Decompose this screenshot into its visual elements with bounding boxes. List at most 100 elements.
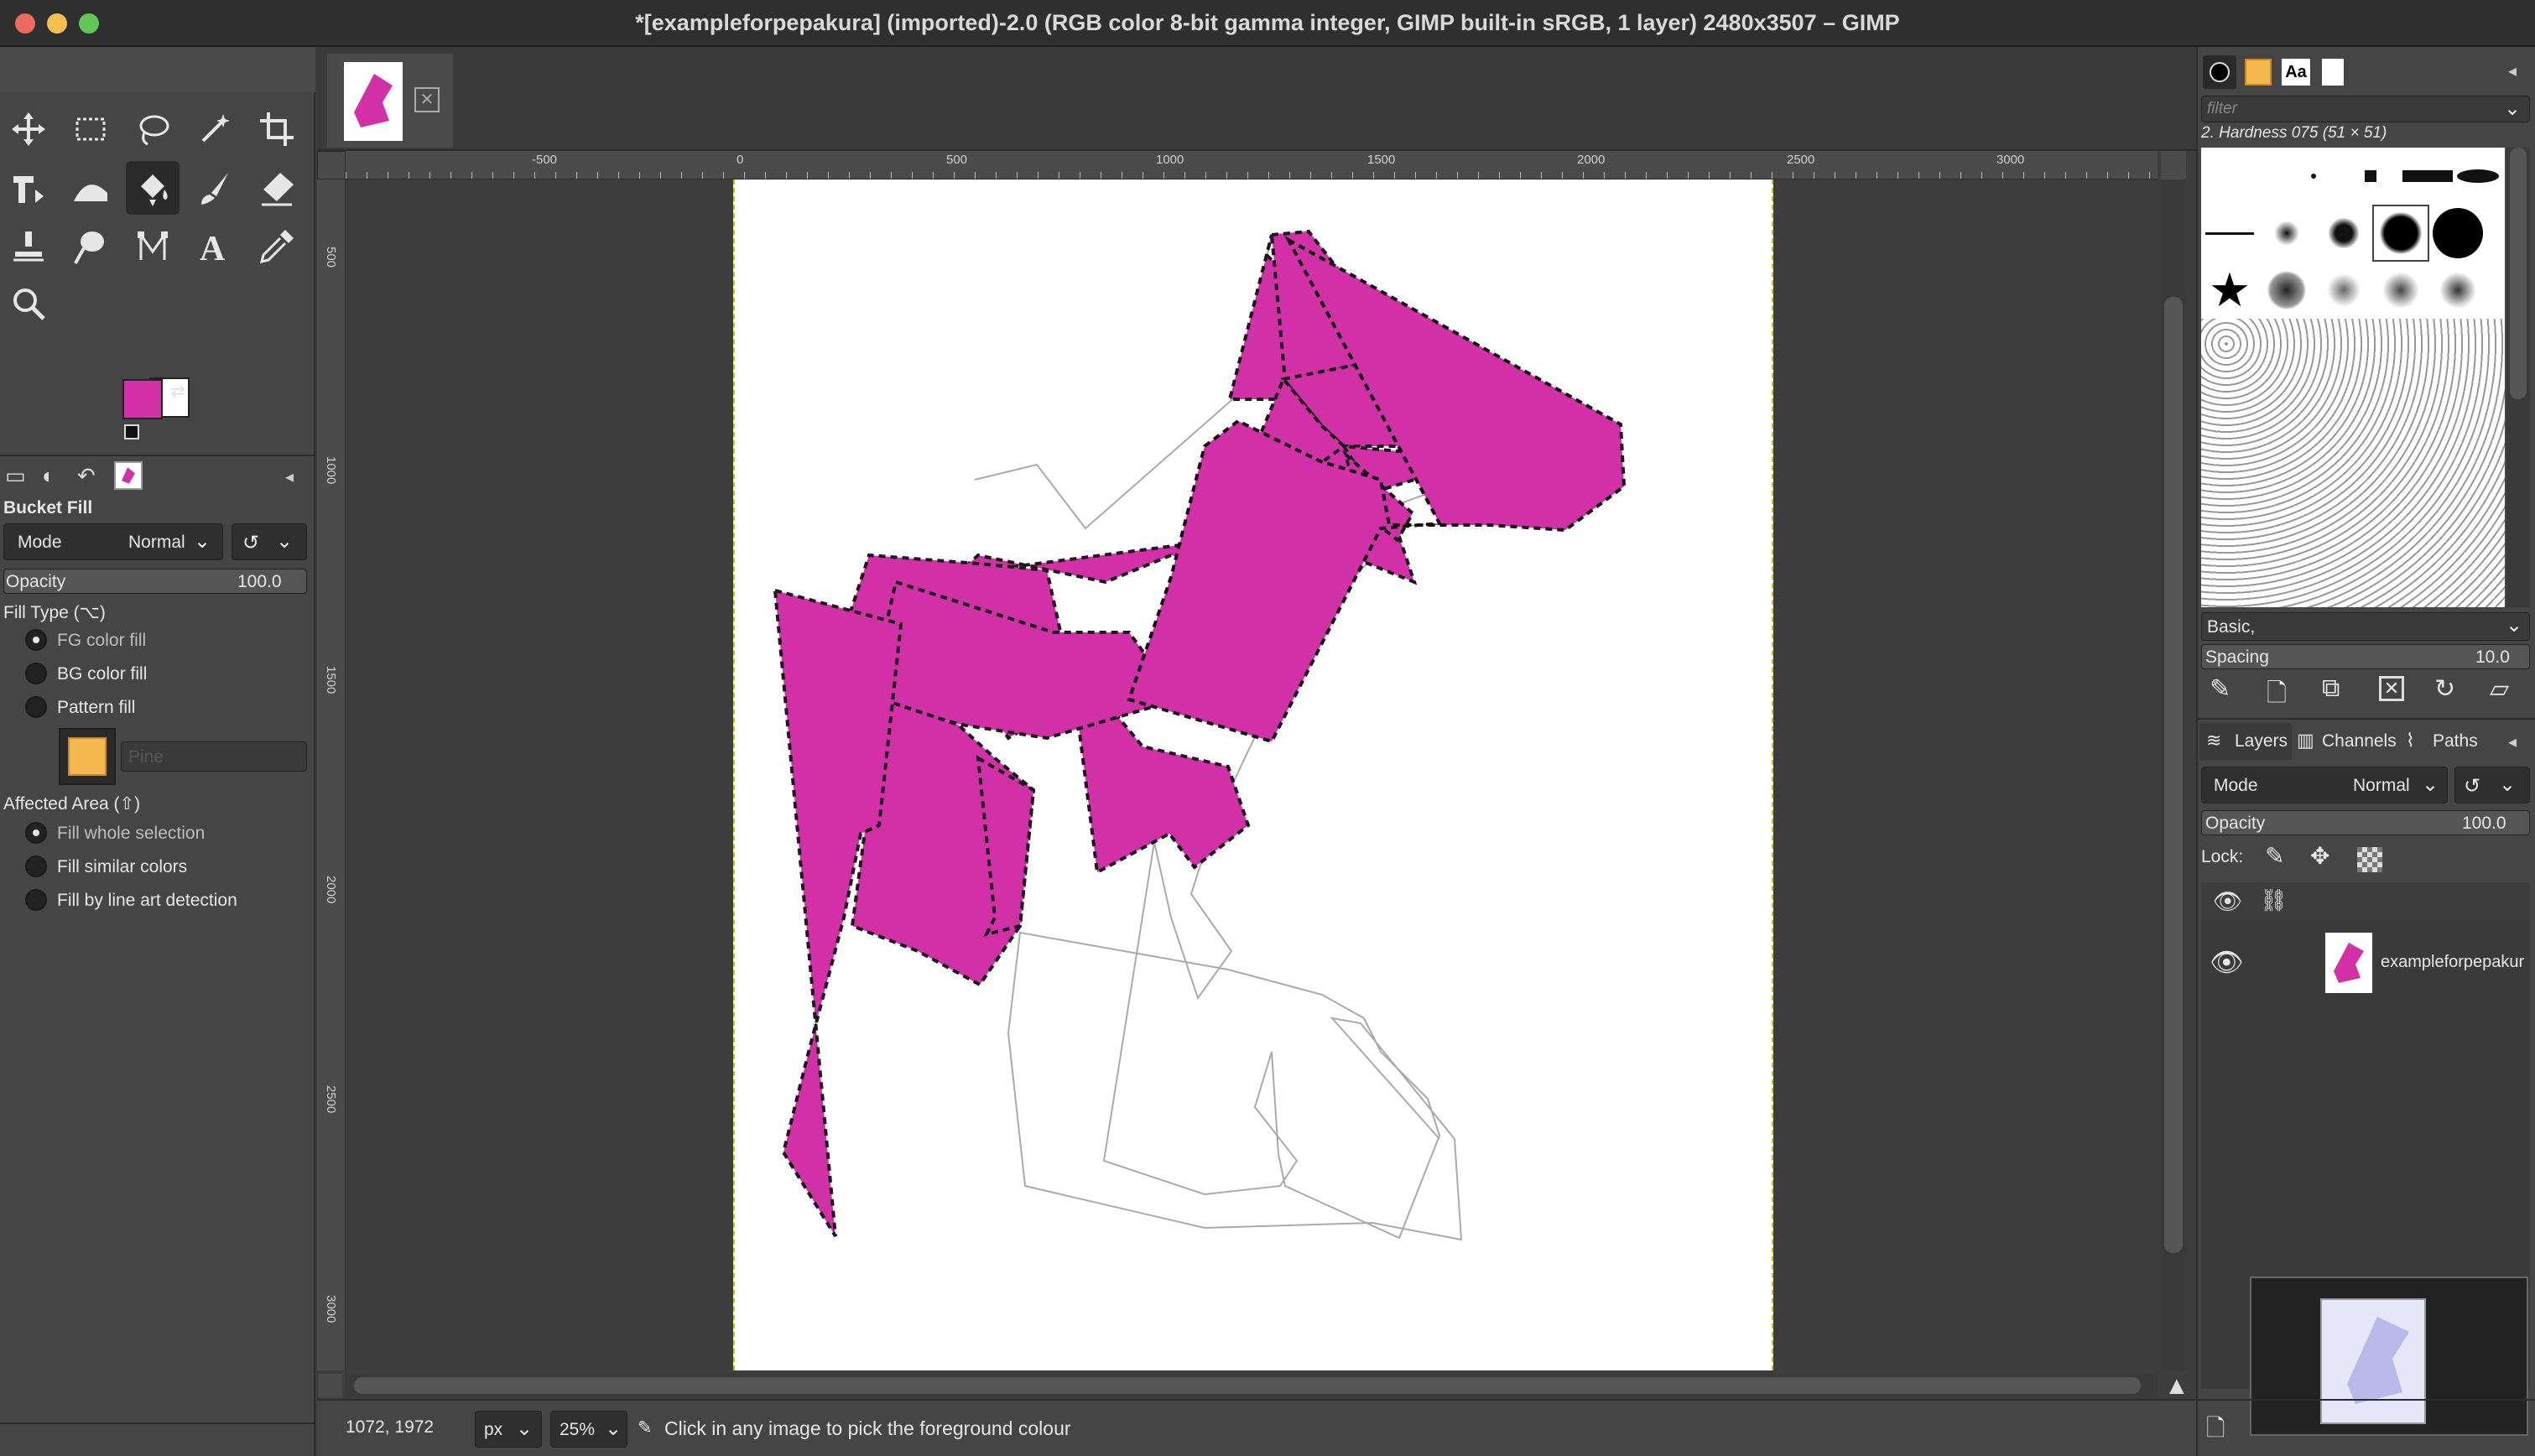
- open-brush-folder-icon[interactable]: ▱: [2490, 674, 2509, 704]
- vertical-scroll-thumb[interactable]: [2164, 297, 2183, 1253]
- tab-paths[interactable]: ⌇ Paths: [2404, 723, 2488, 760]
- warp-tool-icon[interactable]: [64, 161, 117, 215]
- image-canvas[interactable]: [733, 179, 1773, 1370]
- ruler-corner[interactable]: [317, 151, 346, 179]
- horizontal-scrollbar[interactable]: [346, 1374, 2158, 1397]
- panel-menu-icon[interactable]: ◂: [2508, 60, 2517, 81]
- reset-mode-button[interactable]: ↺ ⌄: [232, 523, 307, 560]
- bucket-fill-tool-icon[interactable]: [126, 161, 180, 215]
- eye-icon[interactable]: 👁: [2210, 946, 2244, 978]
- ruler-label: 1500: [1367, 153, 1396, 167]
- pattern-swatch: [68, 737, 107, 776]
- opacity-slider[interactable]: Opacity 100.0: [3, 569, 307, 594]
- color-picker-tool-icon[interactable]: [250, 220, 304, 273]
- transform-tool-icon[interactable]: [2, 161, 55, 215]
- reset-colors-icon[interactable]: [124, 424, 139, 439]
- layer-opacity-slider[interactable]: Opacity 100.0: [2201, 810, 2530, 835]
- fonts-tab-icon[interactable]: Aa: [2282, 59, 2310, 86]
- close-tab-icon[interactable]: ✕: [414, 87, 440, 112]
- crop-tool-icon[interactable]: [250, 102, 304, 156]
- image-tab[interactable]: ✕: [327, 54, 453, 148]
- canvas-viewport[interactable]: [346, 179, 2158, 1370]
- bg-color-fill-radio[interactable]: [25, 663, 47, 684]
- spacing-slider[interactable]: Spacing 10.0: [2201, 644, 2530, 669]
- pointer-coords: 1072, 1972: [346, 1417, 435, 1437]
- new-brush-icon[interactable]: 🗋: [2267, 674, 2287, 717]
- fill-type-label: Fill Type (⌥): [3, 603, 106, 622]
- tool-options-title: Bucket Fill: [3, 498, 93, 517]
- clone-tool-icon[interactable]: [2, 220, 55, 273]
- lasso-tool-icon[interactable]: [126, 102, 180, 156]
- undo-history-tab-icon[interactable]: ↶: [77, 463, 96, 489]
- layer-name: exampleforpepakur: [2381, 953, 2525, 971]
- move-tool-icon[interactable]: [2, 102, 55, 156]
- document-history-tab-icon[interactable]: [2322, 59, 2344, 86]
- tool-options-tab-icon[interactable]: ▭: [5, 463, 26, 489]
- unit-select[interactable]: px ⌄: [475, 1411, 542, 1448]
- pattern-picker-button[interactable]: [59, 728, 116, 785]
- fill-line-art-radio[interactable]: [25, 889, 47, 911]
- quick-mask-toggle[interactable]: [319, 1374, 342, 1397]
- images-tab-icon[interactable]: [114, 461, 143, 490]
- paintbrush-tool-icon[interactable]: [188, 161, 242, 215]
- channels-icon: ▥: [2297, 730, 2314, 751]
- tab-layers[interactable]: ≋ Layers: [2199, 723, 2292, 760]
- panel-menu-icon[interactable]: ◂: [2508, 731, 2517, 752]
- fuzzy-select-tool-icon[interactable]: [188, 102, 242, 156]
- chevron-down-icon: ⌄: [2504, 97, 2522, 120]
- ruler-label: 1500: [324, 666, 338, 694]
- pattern-fill-radio[interactable]: [25, 696, 47, 718]
- mode-select[interactable]: Mode Normal ⌄: [3, 523, 223, 560]
- patterns-tab-icon[interactable]: [2245, 59, 2272, 86]
- ruler-label: 1000: [324, 456, 338, 485]
- toolbox-panel: A ⇄ ▭ ◐ ↶ ◂ Bucket Fill Mode Normal ⌄ ↺ …: [0, 47, 315, 1456]
- pipette-icon: ✎: [638, 1418, 653, 1438]
- paths-tool-icon[interactable]: [126, 220, 180, 273]
- layer-row[interactable]: 👁 exampleforpepakur: [2201, 929, 2530, 996]
- brush-grid[interactable]: ★: [2201, 148, 2505, 607]
- foreground-color-swatch[interactable]: [122, 379, 163, 419]
- lock-pixels-icon[interactable]: ✎: [2265, 842, 2284, 870]
- duplicate-brush-icon[interactable]: ⧉: [2322, 674, 2340, 703]
- delete-brush-icon[interactable]: ✕: [2379, 676, 2404, 701]
- layer-mode-select[interactable]: Mode Normal ⌄: [2201, 767, 2448, 803]
- eraser-tool-icon[interactable]: [250, 161, 304, 215]
- ruler-label: 2000: [1577, 153, 1606, 167]
- brush-preset-select[interactable]: Basic, ⌄: [2201, 612, 2530, 641]
- vertical-scrollbar[interactable]: [2161, 179, 2186, 1370]
- refresh-brushes-icon[interactable]: ↻: [2434, 674, 2455, 704]
- fg-color-fill-label: FG color fill: [57, 631, 147, 650]
- rect-select-tool-icon[interactable]: [64, 102, 117, 156]
- panel-menu-icon[interactable]: ◂: [285, 466, 294, 487]
- brush-scroll-thumb[interactable]: [2510, 148, 2527, 399]
- selected-brush-cell[interactable]: [2372, 205, 2429, 262]
- pattern-name-field[interactable]: Pine: [121, 741, 307, 772]
- fill-whole-selection-radio[interactable]: [25, 822, 47, 844]
- spacing-value: 10.0: [2475, 647, 2510, 667]
- layer-reset-mode-button[interactable]: ↺ ⌄: [2454, 767, 2530, 803]
- text-tool-icon[interactable]: A: [188, 220, 242, 273]
- swap-colors-icon[interactable]: ⇄: [171, 381, 185, 402]
- lock-alpha-icon[interactable]: [2357, 847, 2382, 872]
- edit-brush-icon[interactable]: ✎: [2210, 674, 2230, 704]
- zoom-tool-icon[interactable]: [2, 277, 55, 330]
- smudge-tool-icon[interactable]: [64, 220, 117, 273]
- zoom-select[interactable]: 25% ⌄: [550, 1411, 627, 1448]
- horizontal-scroll-thumb[interactable]: [354, 1377, 2141, 1394]
- vertical-ruler[interactable]: 500 1000 1500 2000 2500 3000: [317, 179, 346, 1370]
- brush-filter-input[interactable]: filter ⌄: [2201, 96, 2530, 122]
- preview-image: [2320, 1298, 2426, 1424]
- fg-color-fill-radio[interactable]: [25, 629, 47, 651]
- navigate-icon[interactable]: ▲: [2164, 1372, 2189, 1401]
- brushes-tab-icon[interactable]: [2203, 55, 2236, 89]
- zoom-to-fit-button[interactable]: [2161, 151, 2186, 179]
- brush-scrollbar[interactable]: [2506, 148, 2530, 607]
- reset-icon: ↺: [2464, 775, 2481, 798]
- horizontal-ruler[interactable]: -500 0 500 1000 1500 2000 2500 3000: [346, 151, 2158, 179]
- lock-position-icon[interactable]: ✥: [2310, 842, 2329, 870]
- new-layer-icon[interactable]: 🗋: [2206, 1411, 2225, 1451]
- device-status-tab-icon[interactable]: ◐: [42, 463, 55, 489]
- chevron-down-icon: ⌄: [276, 530, 294, 553]
- tab-channels[interactable]: ▥ Channels: [2293, 723, 2402, 760]
- fill-similar-colors-radio[interactable]: [25, 855, 47, 877]
